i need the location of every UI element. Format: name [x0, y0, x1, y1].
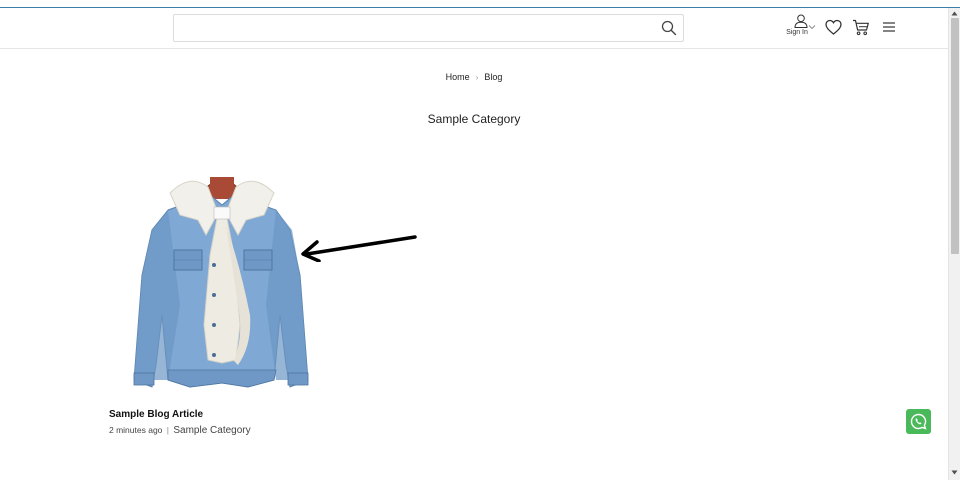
scroll-up-arrow-icon[interactable]: [949, 9, 960, 18]
breadcrumb-separator: ›: [475, 73, 479, 82]
meta-divider: |: [166, 425, 169, 435]
page-title: Sample Category: [427, 112, 521, 126]
user-icon: [794, 14, 808, 28]
breadcrumb-blog-link[interactable]: Blog: [484, 72, 502, 82]
breadcrumb: Home › Blog: [0, 72, 948, 82]
whatsapp-icon: [910, 413, 927, 430]
search-bar[interactable]: [173, 14, 684, 42]
vertical-scrollbar[interactable]: [948, 8, 960, 480]
search-icon[interactable]: [661, 20, 677, 36]
cart-icon[interactable]: [852, 19, 870, 36]
scrollbar-thumb[interactable]: [951, 18, 959, 254]
top-accent-line: [0, 0, 960, 8]
article-meta: 2 minutes ago | Sample Category: [109, 425, 251, 436]
arrow-icon: [301, 235, 417, 262]
article-image-denim-jacket[interactable]: [110, 165, 335, 400]
scroll-down-arrow-icon[interactable]: [949, 468, 960, 477]
article-category-link[interactable]: Sample Category: [173, 425, 250, 436]
chevron-down-icon[interactable]: [808, 23, 816, 31]
whatsapp-button[interactable]: [906, 409, 931, 434]
article-title[interactable]: Sample Blog Article: [109, 409, 203, 420]
site-header: Sign In: [0, 8, 948, 49]
heart-icon[interactable]: [825, 19, 842, 36]
search-input[interactable]: [182, 19, 652, 37]
article-time: 2 minutes ago: [109, 425, 163, 435]
breadcrumb-home-link[interactable]: Home: [446, 72, 470, 82]
hamburger-menu-icon[interactable]: [882, 21, 896, 33]
